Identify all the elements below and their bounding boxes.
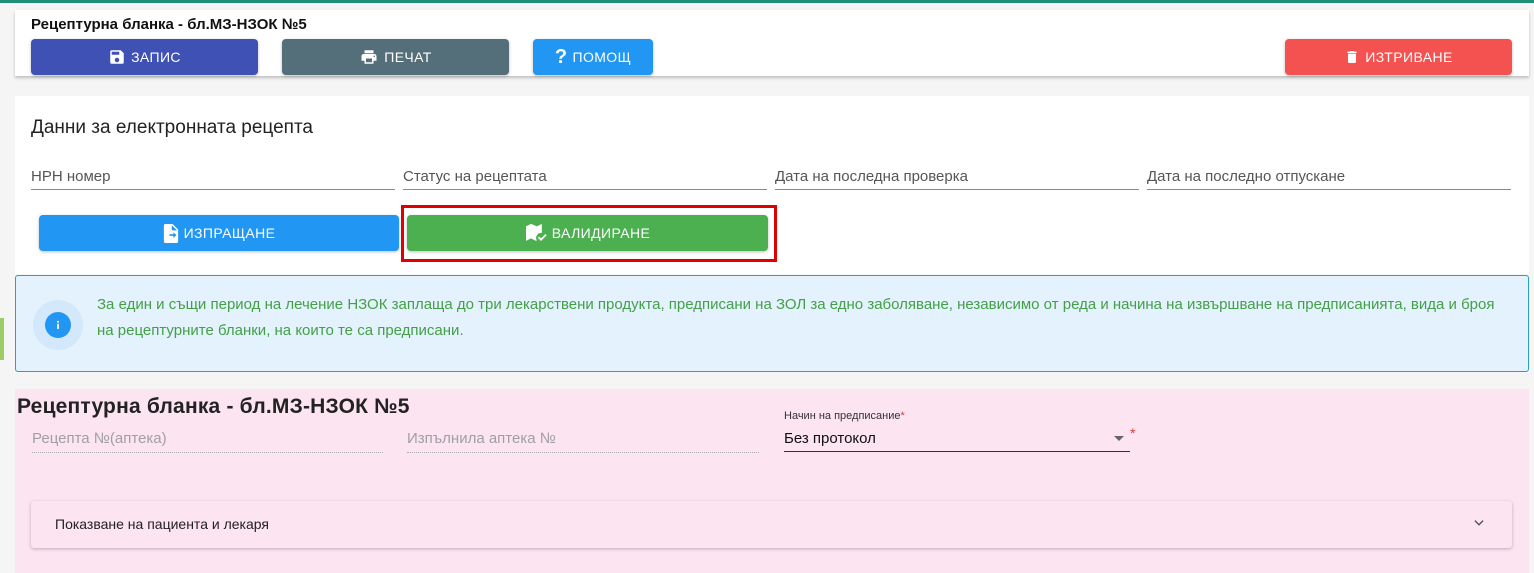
file-send-icon — [163, 223, 178, 243]
help-button-label: ПОМОЩ — [572, 49, 632, 65]
validate-button[interactable]: ВАЛИДИРАНЕ — [407, 215, 768, 251]
info-alert: За един и същи период на лечение НЗОК за… — [15, 275, 1529, 372]
top-accent-bar — [0, 0, 1534, 3]
printer-icon — [361, 50, 377, 64]
pharmacy-field: Изпълнила аптека № — [407, 429, 759, 453]
floppy-disk-icon — [110, 50, 124, 64]
eprescription-title: Данни за електронната рецепта — [31, 117, 314, 138]
print-button[interactable]: ПЕЧАТ — [282, 39, 509, 75]
method-select[interactable]: Без протокол — [784, 428, 1130, 452]
question-mark-icon: ? — [554, 46, 568, 68]
info-alert-text: За един и същи период на лечение НЗОК за… — [97, 296, 1495, 339]
side-accent — [0, 318, 4, 360]
form-title: Рецептурна бланка - бл.МЗ-НЗОК №5 — [17, 395, 410, 418]
header-toolbar: Рецептурна бланка - бл.МЗ-НЗОК №5 ЗАПИС … — [15, 10, 1529, 76]
method-required-mark: * — [1130, 425, 1136, 441]
page-title: Рецептурна бланка - бл.МЗ-НЗОК №5 — [31, 16, 307, 33]
status-field[interactable]: Статус на рецептата — [403, 166, 767, 190]
send-button[interactable]: ИЗПРАЩАНЕ — [39, 215, 399, 251]
patient-doctor-expander[interactable]: Показване на пациента и лекаря — [31, 501, 1512, 548]
help-button[interactable]: ? ПОМОЩ — [533, 39, 653, 75]
save-button[interactable]: ЗАПИС — [31, 39, 258, 75]
method-label-text: Начин на предписание — [784, 410, 901, 422]
delete-button[interactable]: ИЗТРИВАНЕ — [1285, 39, 1512, 75]
eprescription-card: Данни за електронната рецепта НРН номер … — [15, 96, 1529, 274]
validate-button-label: ВАЛИДИРАНЕ — [551, 225, 651, 241]
send-button-label: ИЗПРАЩАНЕ — [183, 225, 276, 241]
method-label: Начин на предписание* — [784, 410, 905, 422]
info-icon — [33, 300, 83, 350]
last-dispense-date-field[interactable]: Дата на последно отпускане — [1147, 166, 1511, 190]
prescription-form: Рецептурна бланка - бл.МЗ-НЗОК №5 Рецепт… — [15, 389, 1529, 573]
method-select-value: Без протокол — [784, 430, 876, 447]
nrn-field[interactable]: НРН номер — [31, 166, 395, 190]
print-button-label: ПЕЧАТ — [384, 49, 432, 65]
prescription-number-field: Рецепта №(аптека) — [32, 429, 383, 453]
trash-icon — [1347, 51, 1357, 63]
map-check-icon — [525, 223, 547, 241]
delete-button-label: ИЗТРИВАНЕ — [1365, 49, 1453, 65]
expander-label: Показване на пациента и лекаря — [55, 516, 269, 532]
save-button-label: ЗАПИС — [131, 49, 181, 65]
chevron-down-icon — [1474, 520, 1484, 526]
method-label-required: * — [900, 410, 905, 422]
last-check-date-field[interactable]: Дата на последна проверка — [775, 166, 1139, 190]
caret-down-icon — [1114, 436, 1124, 441]
